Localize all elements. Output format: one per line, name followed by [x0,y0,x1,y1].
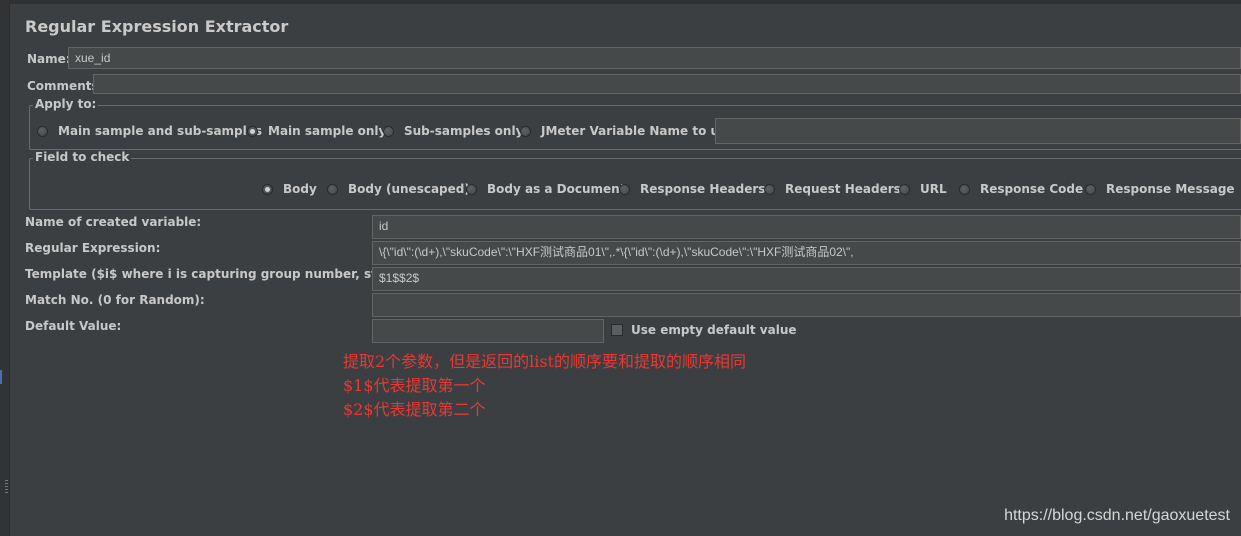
radio-icon [466,183,477,195]
match-no-label: Match No. (0 for Random): [25,293,205,307]
default-value-label: Default Value: [25,319,122,333]
radio-selected-icon [247,125,258,137]
radio-url[interactable]: URL [899,182,947,196]
checkbox-icon [611,324,623,336]
radio-label: Main sample only [268,124,387,138]
splitter-grip[interactable] [5,480,8,494]
radio-label: Sub-samples only [404,124,524,138]
radio-icon [959,183,970,195]
radio-selected-icon [262,183,273,195]
annotation-note: 提取2个参数，但是返回的list的顺序要和提取的顺序相同 $1$代表提取第一个 … [343,350,746,422]
radio-main-and-sub[interactable]: Main sample and sub-samples [37,124,262,138]
radio-icon [899,183,910,195]
radio-response-code[interactable]: Response Code [959,182,1083,196]
top-border [9,0,1241,4]
radio-icon [764,183,775,195]
variable-name-field[interactable]: id [372,215,1241,239]
radio-icon [520,125,531,137]
radio-icon [1085,183,1096,195]
radio-body-document[interactable]: Body as a Document [466,182,625,196]
left-panel-edge [0,0,10,536]
tree-selection-marker [0,370,2,384]
variable-name-label: Name of created variable: [25,215,202,229]
regex-label: Regular Expression: [25,241,161,255]
radio-main-only[interactable]: Main sample only [247,124,386,138]
name-field[interactable]: xue_id [68,47,1241,69]
radio-jmeter-variable[interactable]: JMeter Variable Name to use [520,124,734,138]
radio-label: URL [920,182,947,196]
checkbox-label: Use empty default value [631,323,797,337]
radio-request-headers[interactable]: Request Headers [764,182,901,196]
panel-title: Regular Expression Extractor [25,17,289,36]
jmeter-variable-field[interactable] [715,118,1241,144]
radio-label: Body [283,182,317,196]
annotation-line: $2$代表提取第二个 [343,400,486,419]
comments-field[interactable] [93,74,1241,94]
radio-label: Request Headers [785,182,901,196]
radio-body-unescaped[interactable]: Body (unescaped) [327,182,470,196]
radio-icon [383,125,394,137]
radio-response-message[interactable]: Response Message [1085,182,1235,196]
match-no-field[interactable] [372,293,1241,317]
name-label: Name: [27,52,71,66]
regex-field[interactable]: \{\"id\":(\d+),\"skuCode\":\"HXF测试商品01\"… [372,241,1241,265]
comments-label: Comments: [27,79,104,93]
radio-sub-only[interactable]: Sub-samples only [383,124,523,138]
default-value-field[interactable] [372,319,604,343]
radio-icon [37,125,48,137]
apply-to-title: Apply to: [33,97,99,111]
template-field[interactable]: $1$$2$ [372,267,1241,291]
use-empty-default-checkbox[interactable]: Use empty default value [611,323,797,337]
radio-label: Response Message [1106,182,1235,196]
radio-label: Body (unescaped) [348,182,470,196]
radio-response-headers[interactable]: Response Headers [619,182,765,196]
radio-icon [327,183,338,195]
radio-label: Response Headers [640,182,766,196]
radio-label: JMeter Variable Name to use [541,124,735,138]
annotation-line: $1$代表提取第一个 [343,376,486,395]
radio-body[interactable]: Body [262,182,317,196]
radio-icon [619,183,630,195]
annotation-line: 提取2个参数，但是返回的list的顺序要和提取的顺序相同 [343,352,747,371]
field-to-check-title: Field to check [33,150,132,164]
radio-label: Body as a Document [487,182,626,196]
watermark: https://blog.csdn.net/gaoxuetest [1004,507,1230,524]
radio-label: Response Code [980,182,1084,196]
radio-label: Main sample and sub-samples [58,124,263,138]
